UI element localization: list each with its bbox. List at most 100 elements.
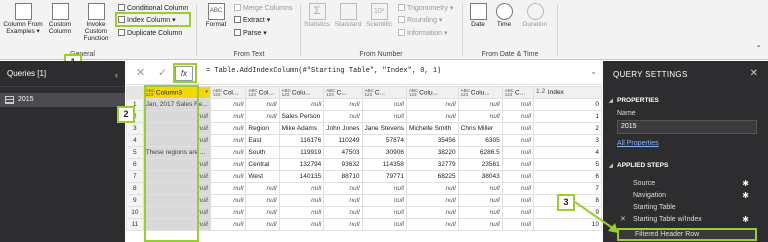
gear-icon[interactable]: ✱ (742, 178, 749, 189)
table-cell[interactable]: null (501, 98, 535, 111)
table-cell[interactable]: null (501, 122, 535, 135)
column-header[interactable]: ABC 123 Colu... (405, 86, 459, 99)
collapse-ribbon-icon[interactable]: ⌃ (755, 44, 762, 53)
table-cell[interactable]: null (501, 158, 535, 171)
table-cell[interactable]: null (457, 206, 503, 219)
table-cell[interactable]: 23561 (457, 158, 503, 171)
select-all-corner[interactable] (126, 86, 144, 99)
dropdown-icon[interactable]: ▾ (205, 89, 208, 95)
table-cell[interactable]: null (278, 206, 325, 219)
table-cell[interactable]: null (209, 98, 247, 111)
expand-formula-icon[interactable]: ⌄ (590, 67, 597, 76)
collapse-triangle-icon[interactable]: ◢ (609, 163, 613, 169)
table-cell[interactable]: null (209, 182, 247, 195)
table-cell[interactable]: null (501, 218, 535, 231)
table-cell[interactable]: 2 (533, 122, 602, 135)
table-cell[interactable]: null (361, 218, 407, 231)
table-cell[interactable]: null (278, 98, 325, 111)
table-cell[interactable]: Chris Miller (457, 122, 503, 135)
table-cell[interactable]: Mike Adams (278, 122, 325, 135)
table-cell[interactable]: 119919 (278, 146, 325, 159)
applied-step-filtered-header-row[interactable]: Filtered Header Row (617, 228, 757, 241)
applied-step-starting-table[interactable]: Starting Table (617, 202, 757, 213)
table-cell[interactable]: 88710 (323, 170, 363, 183)
cancel-formula-icon[interactable]: ✕ (136, 66, 145, 79)
table-cell[interactable]: null (405, 194, 459, 207)
table-cell[interactable]: null (245, 206, 280, 219)
table-cell[interactable]: 38043 (457, 170, 503, 183)
formula-text[interactable]: = Table.AddIndexColumn(#"Starting Table"… (206, 67, 441, 75)
table-cell[interactable]: 110249 (323, 134, 363, 147)
table-cell[interactable]: null (501, 170, 535, 183)
table-cell[interactable]: null (405, 218, 459, 231)
information-button[interactable]: Information ▾ (398, 29, 447, 38)
table-cell[interactable]: null (209, 122, 247, 135)
collapse-queries-icon[interactable]: ‹ (115, 70, 118, 80)
table-cell[interactable]: 140135 (278, 170, 325, 183)
table-cell[interactable]: null (361, 182, 407, 195)
table-cell[interactable]: null (209, 218, 247, 231)
column-header[interactable]: ABC 123 Col... (245, 86, 280, 99)
table-cell[interactable]: null (245, 194, 280, 207)
commit-formula-icon[interactable]: ✓ (158, 66, 167, 79)
table-cell[interactable]: null (323, 194, 363, 207)
table-cell[interactable]: 7 (533, 182, 602, 195)
table-cell[interactable]: 4 (533, 146, 602, 159)
date-button[interactable]: Date (466, 3, 490, 28)
table-cell[interactable]: null (209, 146, 247, 159)
table-cell[interactable]: null (501, 194, 535, 207)
applied-step-starting-table-index[interactable]: ✕ Starting Table w/Index ✱ (617, 214, 757, 225)
custom-column-button[interactable]: Custom Column (45, 3, 75, 35)
table-cell[interactable]: South (245, 146, 280, 159)
duration-button[interactable]: Duration (518, 3, 552, 28)
close-icon[interactable]: ✕ (750, 68, 758, 79)
table-cell[interactable]: East (245, 134, 280, 147)
scientific-button[interactable]: 10² Scientific (363, 3, 395, 28)
table-cell[interactable]: null (457, 218, 503, 231)
column-header[interactable]: ABC 123 C... (501, 86, 535, 99)
table-cell[interactable]: 47503 (323, 146, 363, 159)
table-cell[interactable]: null (501, 206, 535, 219)
format-button[interactable]: ABC Format (201, 3, 231, 28)
table-cell[interactable]: null (209, 206, 247, 219)
table-cell[interactable]: 68225 (405, 170, 459, 183)
table-cell[interactable]: Michelle Smith (405, 122, 459, 135)
statistics-button[interactable]: Σ Statistics (302, 3, 332, 28)
table-cell[interactable]: null (278, 218, 325, 231)
query-name-field[interactable]: 2015 (617, 120, 757, 134)
table-cell[interactable]: 5 (533, 158, 602, 171)
table-cell[interactable]: 3 (533, 134, 602, 147)
table-cell[interactable]: null (457, 182, 503, 195)
table-cell[interactable]: null (405, 110, 459, 123)
table-cell[interactable]: null (405, 206, 459, 219)
column-header-index[interactable]: 1.2 Index (533, 86, 602, 99)
table-cell[interactable]: null (361, 206, 407, 219)
trigonometry-button[interactable]: Trigonometry ▾ (398, 4, 453, 13)
table-cell[interactable]: null (457, 98, 503, 111)
table-cell[interactable]: null (245, 98, 280, 111)
column-header[interactable]: ABC 123 Colu... (457, 86, 503, 99)
table-cell[interactable]: null (405, 98, 459, 111)
table-cell[interactable]: null (501, 110, 535, 123)
table-cell[interactable]: 30906 (361, 146, 407, 159)
collapse-triangle-icon[interactable]: ◢ (609, 98, 613, 104)
table-cell[interactable]: null (501, 182, 535, 195)
table-cell[interactable]: null (323, 206, 363, 219)
table-cell[interactable]: 1 (533, 110, 602, 123)
table-cell[interactable]: null (361, 110, 407, 123)
table-cell[interactable]: null (457, 194, 503, 207)
table-cell[interactable]: null (209, 158, 247, 171)
table-cell[interactable]: 6 (533, 170, 602, 183)
merge-columns-button[interactable]: Merge Columns (234, 4, 292, 13)
gear-icon[interactable]: ✱ (742, 214, 749, 225)
applied-step-navigation[interactable]: Navigation ✱ (617, 190, 757, 201)
table-cell[interactable]: John Jones (323, 122, 363, 135)
table-cell[interactable]: 6286.5 (457, 146, 503, 159)
invoke-custom-function-button[interactable]: Invoke Custom Function (76, 3, 116, 42)
table-cell[interactable]: 93632 (323, 158, 363, 171)
column-header[interactable]: ABC 123 Col... (209, 86, 247, 99)
table-cell[interactable]: 0 (533, 98, 602, 111)
table-cell[interactable]: null (501, 146, 535, 159)
table-cell[interactable]: null (209, 110, 247, 123)
table-cell[interactable]: 32779 (405, 158, 459, 171)
